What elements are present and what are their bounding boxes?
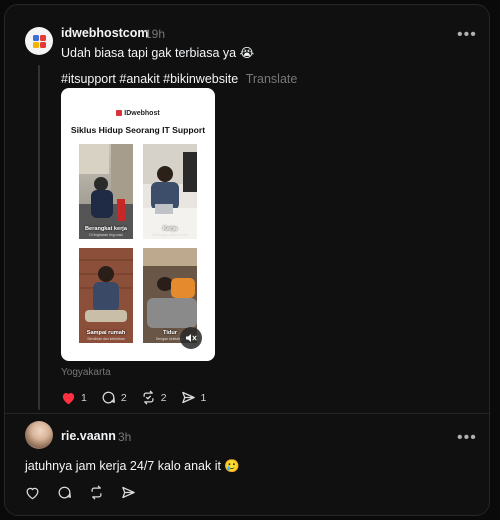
heart-icon (62, 392, 75, 404)
reply-text: jatuhnya jam kerja 24/7 kalo anak it 🥲 (25, 459, 240, 473)
tile-subcaption: Sendirian dan kelelahan (87, 337, 125, 341)
post-hashtags[interactable]: #itsupport #anakit #bikinwebsite (61, 72, 238, 86)
like-button[interactable]: 1 (61, 391, 87, 405)
media-tile-home: Sampai rumah Sendirian dan kelelahan (79, 248, 133, 343)
media-tile-commute: Berangkat kerja Di lingkaran ring road (79, 144, 133, 239)
reply-share-button[interactable] (121, 485, 136, 500)
speaker-muted-icon[interactable] (180, 327, 202, 349)
heart-outline-icon (26, 487, 39, 499)
post-more-icon[interactable]: ••• (457, 27, 477, 43)
share-button[interactable]: 1 (181, 390, 207, 405)
repost-button[interactable]: 2 (141, 390, 167, 405)
post-media-image[interactable]: IDwebhost Siklus Hidup Seorang IT Suppor… (61, 88, 215, 361)
reply-actions (25, 485, 150, 500)
comment-button[interactable]: 2 (101, 390, 127, 405)
post-time: 19h (145, 27, 166, 41)
tile-caption: Kerja (163, 226, 177, 232)
reply-comment-button[interactable] (57, 485, 72, 500)
tile-caption: Berangkat kerja (85, 226, 127, 232)
reply-username[interactable]: rie.vaann (61, 429, 116, 443)
comment-bubble-icon (58, 486, 71, 499)
thread-connector-line (38, 65, 40, 410)
idwebhost-logo-icon (32, 34, 46, 48)
thread-panel: idwebhostcom 19h ••• Udah biasa tapi gak… (4, 4, 490, 516)
share-count: 1 (200, 391, 207, 404)
repost-icon (143, 390, 154, 405)
media-brand: IDwebhost (61, 110, 215, 117)
avatar-rievaann[interactable] (25, 421, 53, 449)
media-title: Siklus Hidup Seorang IT Support (70, 125, 206, 135)
repost-count: 2 (160, 391, 167, 404)
translate-link[interactable]: Translate (246, 72, 298, 86)
post-text: Udah biasa tapi gak terbiasa ya 😭 (61, 46, 255, 60)
repost-icon (91, 485, 102, 500)
post-location[interactable]: Yogyakarta (61, 367, 111, 378)
post-actions: 1 2 2 1 (61, 390, 220, 405)
reply-more-icon[interactable]: ••• (457, 430, 477, 446)
avatar-idwebhost[interactable] (25, 27, 53, 55)
reply-repost-button[interactable] (89, 485, 104, 500)
send-icon (122, 486, 135, 499)
reply-time: 3h (118, 430, 132, 444)
post-divider (5, 413, 489, 414)
reply-like-button[interactable] (25, 486, 40, 500)
like-count: 1 (81, 391, 87, 404)
tile-subcaption: Menunggu lelah kantor (152, 233, 188, 237)
send-icon (181, 391, 195, 404)
tile-caption: Sampai rumah (86, 330, 126, 336)
media-tile-work: Kerja Menunggu lelah kantor (143, 144, 197, 239)
comment-count: 2 (120, 391, 127, 404)
comment-bubble-icon (102, 391, 115, 404)
post-hashtags-row: #itsupport #anakit #bikinwebsite Transla… (61, 72, 297, 86)
post-username[interactable]: idwebhostcom (61, 26, 149, 40)
tile-subcaption: Di lingkaran ring road (89, 233, 123, 237)
